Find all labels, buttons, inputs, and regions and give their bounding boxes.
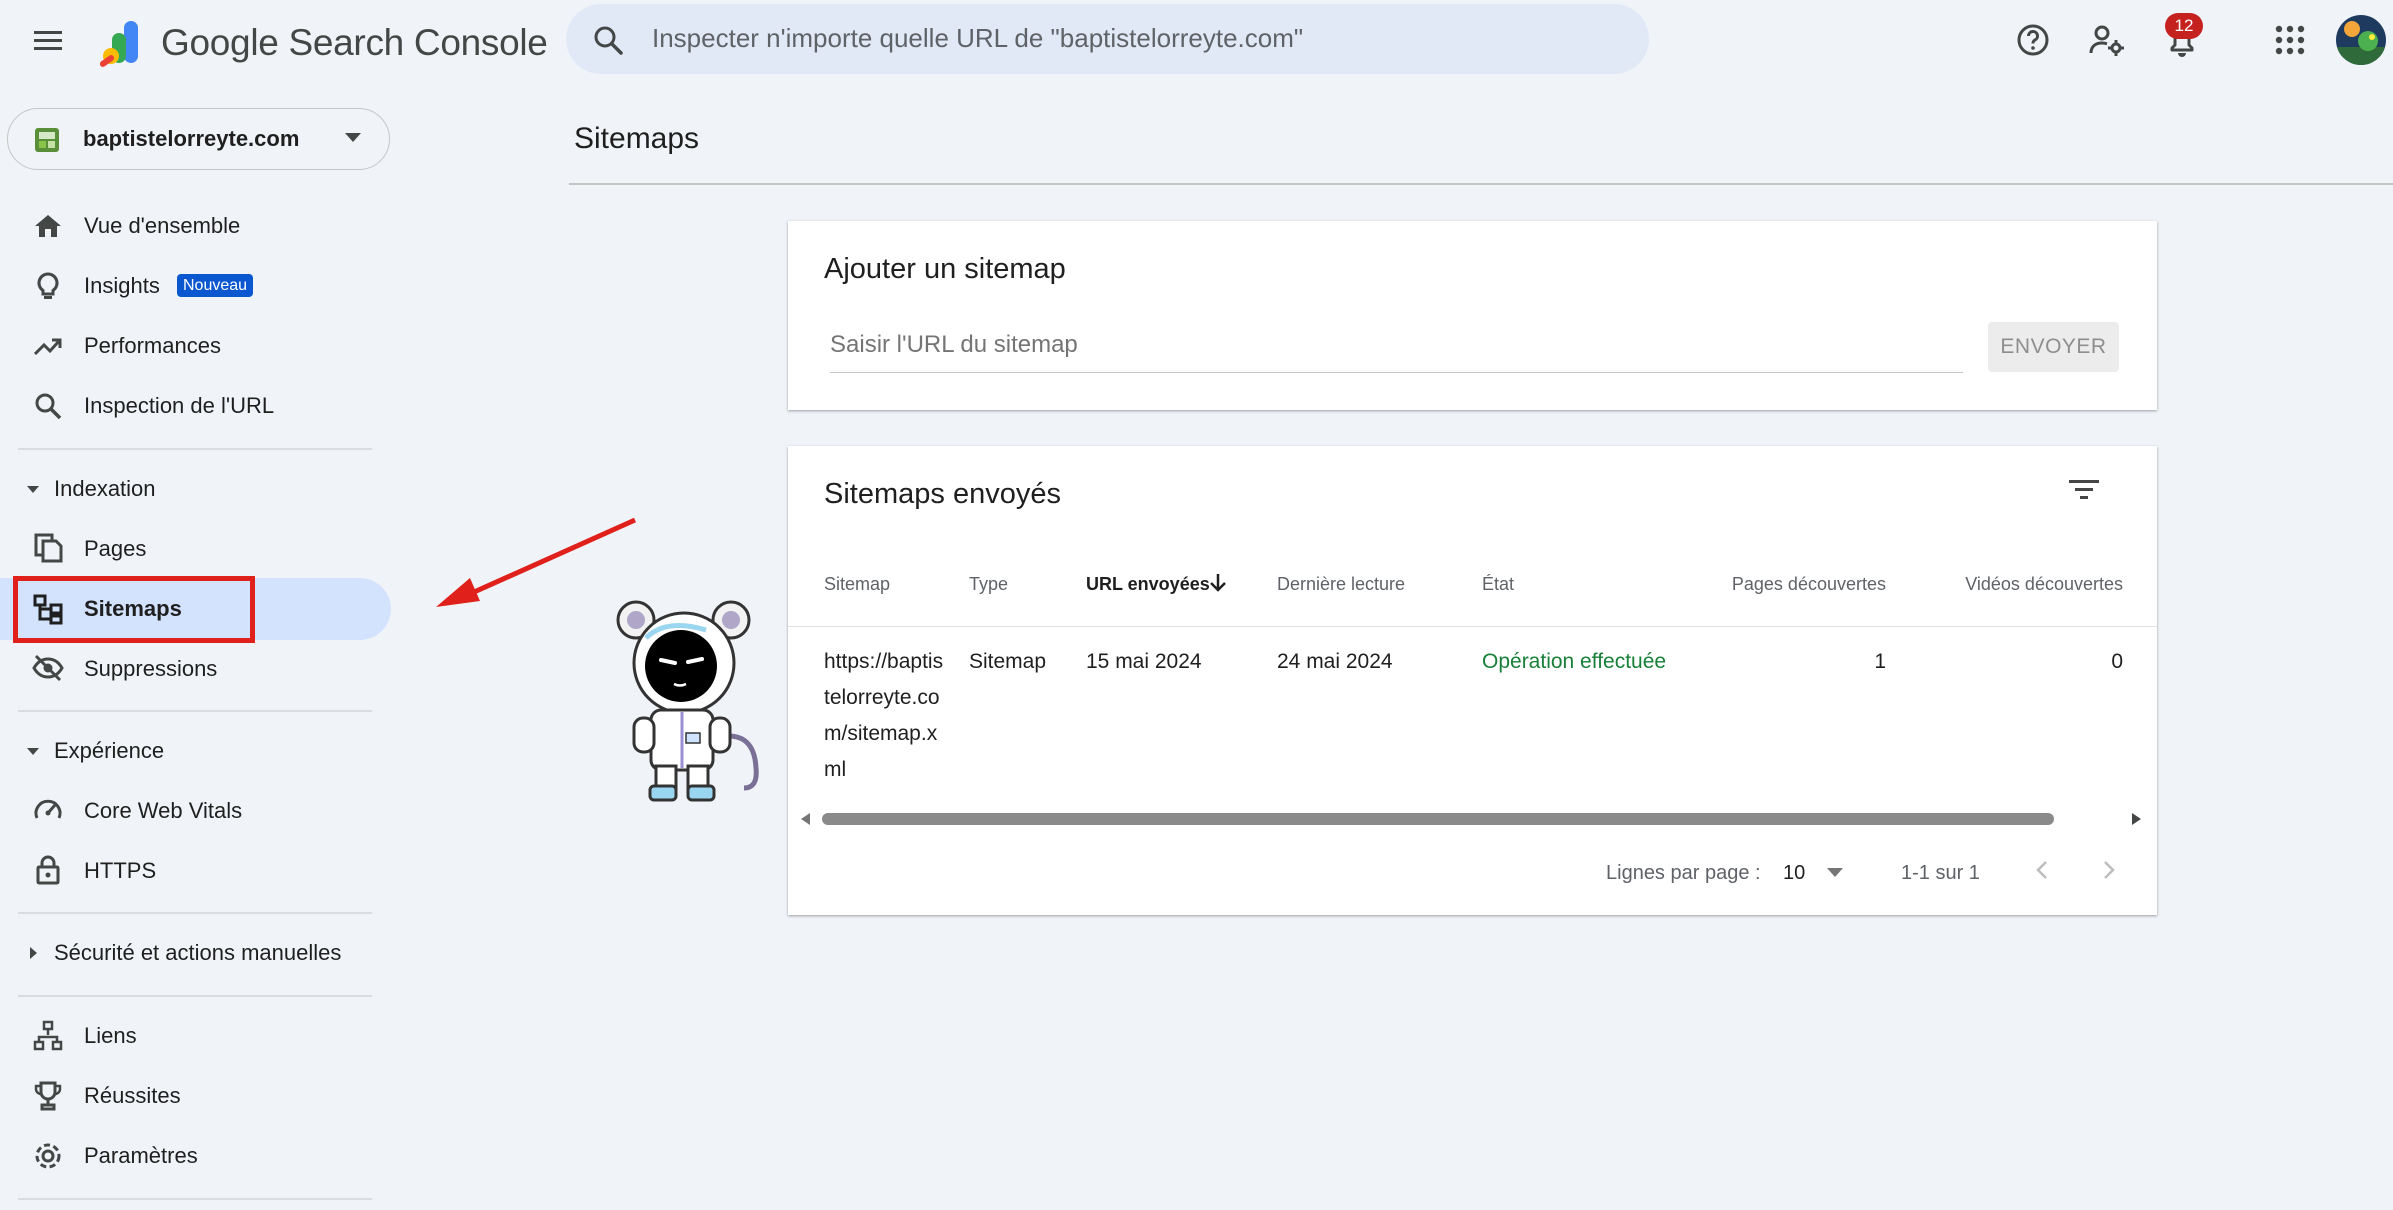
page-title: Sitemaps	[574, 122, 700, 155]
trending-up-icon	[32, 330, 64, 362]
user-settings-icon[interactable]	[2089, 23, 2125, 57]
speedometer-icon	[32, 794, 64, 826]
sidebar-divider	[18, 995, 372, 997]
sidebar-item-label: Performances	[84, 333, 221, 358]
section-security[interactable]: Sécurité et actions manuelles	[54, 940, 341, 966]
pages-icon	[32, 532, 64, 564]
new-badge: Nouveau	[177, 274, 254, 297]
column-header-last-read[interactable]: Dernière lecture	[1277, 574, 1405, 595]
rows-per-page-select[interactable]: 10	[1783, 862, 1805, 885]
property-name: baptistelorreyte.com	[83, 126, 300, 151]
caret-down-icon[interactable]	[26, 745, 40, 759]
sidebar-item-label: Inspection de l'URL	[84, 393, 275, 418]
section-experience[interactable]: Expérience	[54, 738, 164, 764]
caret-right-icon[interactable]	[26, 946, 40, 960]
sidebar-divider	[18, 710, 372, 712]
type-cell: Sitemap	[969, 650, 1047, 673]
pages-discovered-cell: 1	[1874, 650, 1886, 673]
sidebar-item-label: Réussites	[84, 1083, 181, 1108]
sidebar-divider	[18, 1198, 372, 1200]
sitemap-url-input[interactable]	[830, 317, 1963, 373]
help-icon[interactable]	[2016, 23, 2050, 57]
status-cell: Opération effectuée	[1482, 650, 1667, 673]
previous-page-icon[interactable]	[2032, 858, 2052, 882]
lightbulb-icon	[32, 270, 64, 302]
sidebar-item-label: Vue d'ensemble	[84, 213, 241, 238]
column-header-status[interactable]: État	[1482, 574, 1514, 595]
submitted-sitemaps-title: Sitemaps envoyés	[824, 478, 1061, 510]
eye-off-icon	[32, 652, 64, 684]
add-sitemap-card	[788, 221, 2157, 410]
sidebar-item-label: Paramètres	[84, 1143, 198, 1168]
annotation-highlight-box	[13, 576, 255, 643]
annotation-arrow	[430, 515, 640, 610]
search-input[interactable]: Inspecter n'importe quelle URL de "bapti…	[652, 23, 1303, 54]
column-header-pages[interactable]: Pages découvertes	[1732, 574, 1886, 595]
last-read-cell: 24 mai 2024	[1277, 650, 1393, 673]
sidebar-item-label: Suppressions	[84, 656, 218, 681]
search-icon[interactable]	[591, 23, 625, 57]
submitted-date-cell: 15 mai 2024	[1086, 650, 1202, 673]
next-page-icon[interactable]	[2099, 858, 2119, 882]
caret-down-icon[interactable]	[26, 483, 40, 497]
sidebar-item-label: HTTPS	[84, 858, 157, 883]
column-header-type[interactable]: Type	[969, 574, 1008, 595]
column-header-submitted[interactable]: URL envoyées	[1086, 574, 1210, 595]
account-avatar[interactable]	[2336, 15, 2386, 65]
title-divider	[569, 183, 2393, 185]
sidebar-item-label: Liens	[84, 1023, 137, 1048]
submit-sitemap-button[interactable]: ENVOYER	[1988, 322, 2119, 372]
column-header-sitemap[interactable]: Sitemap	[824, 574, 890, 595]
filter-icon[interactable]	[2067, 476, 2101, 504]
trophy-icon	[32, 1080, 64, 1112]
videos-discovered-cell: 0	[2111, 650, 2123, 673]
sidebar-item-label: Insights	[84, 273, 160, 298]
horizontal-scrollbar[interactable]	[822, 813, 2054, 825]
sort-arrow-down-icon[interactable]	[1208, 572, 1228, 594]
gear-icon	[32, 1140, 64, 1172]
lock-icon	[32, 854, 64, 886]
sidebar-divider	[18, 448, 372, 450]
mascot-illustration	[606, 598, 766, 803]
links-icon	[32, 1020, 64, 1052]
rows-per-page-label: Lignes par page :	[1606, 862, 1761, 884]
search-icon	[32, 390, 64, 422]
sidebar-item-label: Core Web Vitals	[84, 798, 243, 823]
section-indexation[interactable]: Indexation	[54, 476, 156, 502]
column-header-videos[interactable]: Vidéos découvertes	[1965, 574, 2123, 595]
home-icon	[32, 210, 64, 242]
chevron-down-icon[interactable]	[345, 133, 361, 143]
scroll-right-arrow-icon[interactable]	[2130, 811, 2144, 827]
sidebar-item-label: Pages	[84, 536, 147, 561]
search-console-logo-icon	[96, 18, 146, 68]
apps-grid-icon[interactable]	[2274, 24, 2306, 56]
sidebar-divider	[18, 912, 372, 914]
hamburger-menu-icon[interactable]	[32, 24, 64, 56]
scroll-left-arrow-icon[interactable]	[798, 811, 812, 827]
app-name: Google Search Console	[161, 22, 548, 63]
notification-count-badge: 12	[2165, 13, 2203, 39]
chevron-down-icon[interactable]	[1827, 868, 1843, 878]
add-sitemap-title: Ajouter un sitemap	[824, 253, 1066, 285]
pagination-range: 1-1 sur 1	[1901, 862, 1980, 884]
sitemap-url-cell[interactable]: https://baptistelorreyte.com/sitemap.xml	[824, 644, 944, 788]
property-site-icon	[33, 124, 63, 154]
